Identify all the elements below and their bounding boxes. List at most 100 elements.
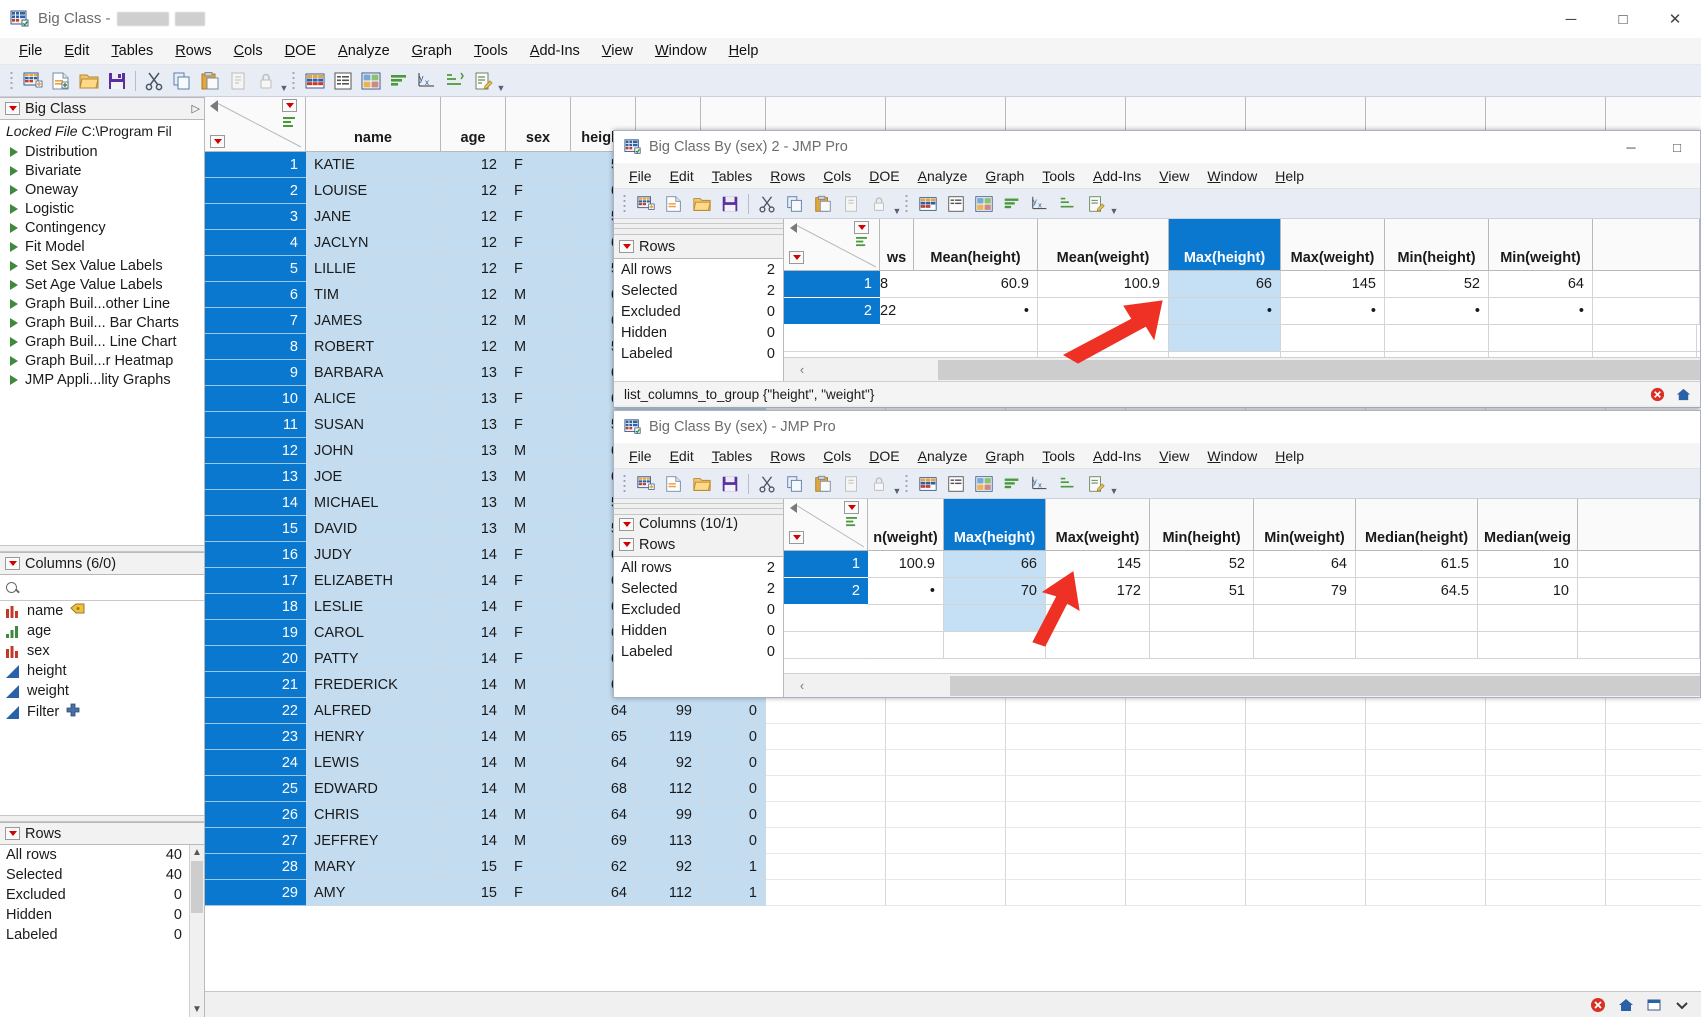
sub2-report-icon[interactable] (943, 471, 969, 497)
cell-filter[interactable]: 0 (701, 802, 766, 828)
sub2-distribution-icon[interactable] (999, 471, 1025, 497)
row-number[interactable]: 21 (205, 672, 306, 698)
data-table-icon[interactable] (302, 68, 328, 94)
cell-filter[interactable]: 1 (701, 854, 766, 880)
sub2-dashboard-icon[interactable] (971, 471, 997, 497)
sub1-column-header-mean-height-[interactable]: Mean(height) (914, 219, 1038, 271)
cell-sex[interactable]: M (506, 724, 571, 750)
cell-sex[interactable]: F (506, 646, 571, 672)
cell-age[interactable]: 14 (441, 776, 506, 802)
run-script-triangle-icon[interactable] (10, 223, 18, 233)
cell-name[interactable]: LESLIE (306, 594, 441, 620)
row-number[interactable]: 24 (205, 750, 306, 776)
sub1-column-header-max-weight-[interactable]: Max(weight) (1281, 219, 1385, 271)
sub2-row-number[interactable]: 2 (784, 578, 868, 605)
cell-name[interactable]: TIM (306, 282, 441, 308)
sub1-scroll-thumb[interactable] (938, 360, 1700, 380)
dashboard-icon[interactable] (358, 68, 384, 94)
sub1-copy-icon[interactable] (782, 191, 808, 217)
sub2-scroll-thumb[interactable] (950, 676, 1700, 696)
sub2-table-row[interactable]: 2•70172517964.510 (784, 578, 1700, 605)
status-error-icon[interactable] (1587, 995, 1609, 1015)
cell-name[interactable]: JANE (306, 204, 441, 230)
rows-stat-line[interactable]: All rows40 (0, 845, 204, 865)
table-row[interactable]: 27JEFFREY14M691130 (205, 828, 1701, 854)
sub1-cell-mean-weight-[interactable]: 100.9 (1038, 271, 1169, 298)
script-item[interactable]: Set Age Value Labels (0, 275, 204, 294)
sub2-collapse-columns-icon[interactable] (790, 503, 797, 513)
new-script-icon[interactable] (48, 68, 74, 94)
rows-stat-line[interactable]: Labeled0 (0, 925, 204, 945)
sub2-cell-median-height-[interactable]: 61.5 (1356, 551, 1478, 578)
rows-menu-icon[interactable] (210, 135, 225, 148)
sub1-cell-max-height-[interactable]: 66 (1169, 271, 1281, 298)
cell-sex[interactable]: M (506, 672, 571, 698)
column-item[interactable]: height (0, 661, 204, 681)
script-item[interactable]: Contingency (0, 218, 204, 237)
cell-age[interactable]: 13 (441, 360, 506, 386)
sub2-row-number[interactable]: 1 (784, 551, 868, 578)
sub2-menu-cols[interactable]: Cols (814, 446, 860, 466)
row-number[interactable]: 9 (205, 360, 306, 386)
sub2-cell-n-weight-[interactable]: • (868, 578, 944, 605)
row-number[interactable]: 25 (205, 776, 306, 802)
sub2-cell-min-height-[interactable]: 52 (1150, 551, 1254, 578)
table-row[interactable]: 29AMY15F641121 (205, 880, 1701, 906)
main-menu-edit[interactable]: Edit (53, 40, 100, 62)
sub1-red-triangle-menu-icon[interactable] (619, 240, 634, 253)
cell-weight[interactable]: 99 (636, 698, 701, 724)
panel-divider-2[interactable] (0, 815, 204, 822)
cell-sex[interactable]: F (506, 854, 571, 880)
sub1-scroll-track[interactable] (820, 359, 1700, 381)
script-item[interactable]: Bivariate (0, 161, 204, 180)
row-number[interactable]: 27 (205, 828, 306, 854)
sub1-rows-stat-line[interactable]: Hidden0 (614, 322, 783, 343)
sub1-collapse-columns-icon[interactable] (790, 223, 797, 233)
cell-name[interactable]: ROBERT (306, 334, 441, 360)
sub2-column-header-max-height-[interactable]: Max(height) (944, 499, 1046, 551)
sub1-cut-icon[interactable] (754, 191, 780, 217)
columns-menu-icon[interactable] (282, 99, 297, 112)
columns-search-input[interactable] (0, 575, 204, 601)
save-icon[interactable] (104, 68, 130, 94)
sub2-cell-min-weight-[interactable]: 79 (1254, 578, 1356, 605)
sub1-table-row[interactable]: 222•••••• (784, 298, 1700, 325)
sub2-toolbar-grip-1[interactable] (623, 474, 628, 494)
table-row[interactable]: 23HENRY14M651190 (205, 724, 1701, 750)
sub1-menu-edit[interactable]: Edit (661, 166, 703, 186)
main-menu-view[interactable]: View (591, 40, 644, 62)
cell-weight[interactable]: 119 (636, 724, 701, 750)
cell-name[interactable]: CAROL (306, 620, 441, 646)
paste-icon[interactable] (197, 68, 223, 94)
cell-age[interactable]: 12 (441, 230, 506, 256)
sub1-scroll-left-icon[interactable]: ‹ (784, 362, 820, 377)
cell-sex[interactable]: M (506, 828, 571, 854)
sub1-rows-stat-line[interactable]: Labeled0 (614, 343, 783, 364)
column-item[interactable]: sex (0, 641, 204, 661)
formula-plus-icon[interactable] (66, 703, 80, 721)
distribution-icon[interactable] (386, 68, 412, 94)
sub1-fit-y-by-x-icon[interactable]: yx (1027, 191, 1053, 217)
sub2-cell-max-height-[interactable]: 70 (944, 578, 1046, 605)
cell-filter[interactable]: 0 (701, 724, 766, 750)
cell-sex[interactable]: F (506, 204, 571, 230)
status-chevron-down-icon[interactable] (1671, 995, 1693, 1015)
copy-icon[interactable] (169, 68, 195, 94)
cut-icon[interactable] (141, 68, 167, 94)
toolbar-grip-1[interactable] (10, 71, 15, 91)
sub2-new-data-table-icon[interactable] (633, 471, 659, 497)
cell-age[interactable]: 14 (441, 698, 506, 724)
column-item[interactable]: weight (0, 681, 204, 701)
cell-name[interactable]: MARY (306, 854, 441, 880)
sub2-cell-max-weight-[interactable]: 145 (1046, 551, 1150, 578)
cell-height[interactable]: 62 (571, 854, 636, 880)
cell-height[interactable]: 69 (571, 828, 636, 854)
cell-age[interactable]: 14 (441, 568, 506, 594)
sub1-paste-icon[interactable] (810, 191, 836, 217)
cell-name[interactable]: LEWIS (306, 750, 441, 776)
cell-age[interactable]: 13 (441, 516, 506, 542)
sub1-menu-help[interactable]: Help (1266, 166, 1313, 186)
rows-stat-line[interactable]: Selected40 (0, 865, 204, 885)
sub1-cell-max-height-[interactable]: • (1169, 298, 1281, 325)
run-script-triangle-icon[interactable] (10, 280, 18, 290)
